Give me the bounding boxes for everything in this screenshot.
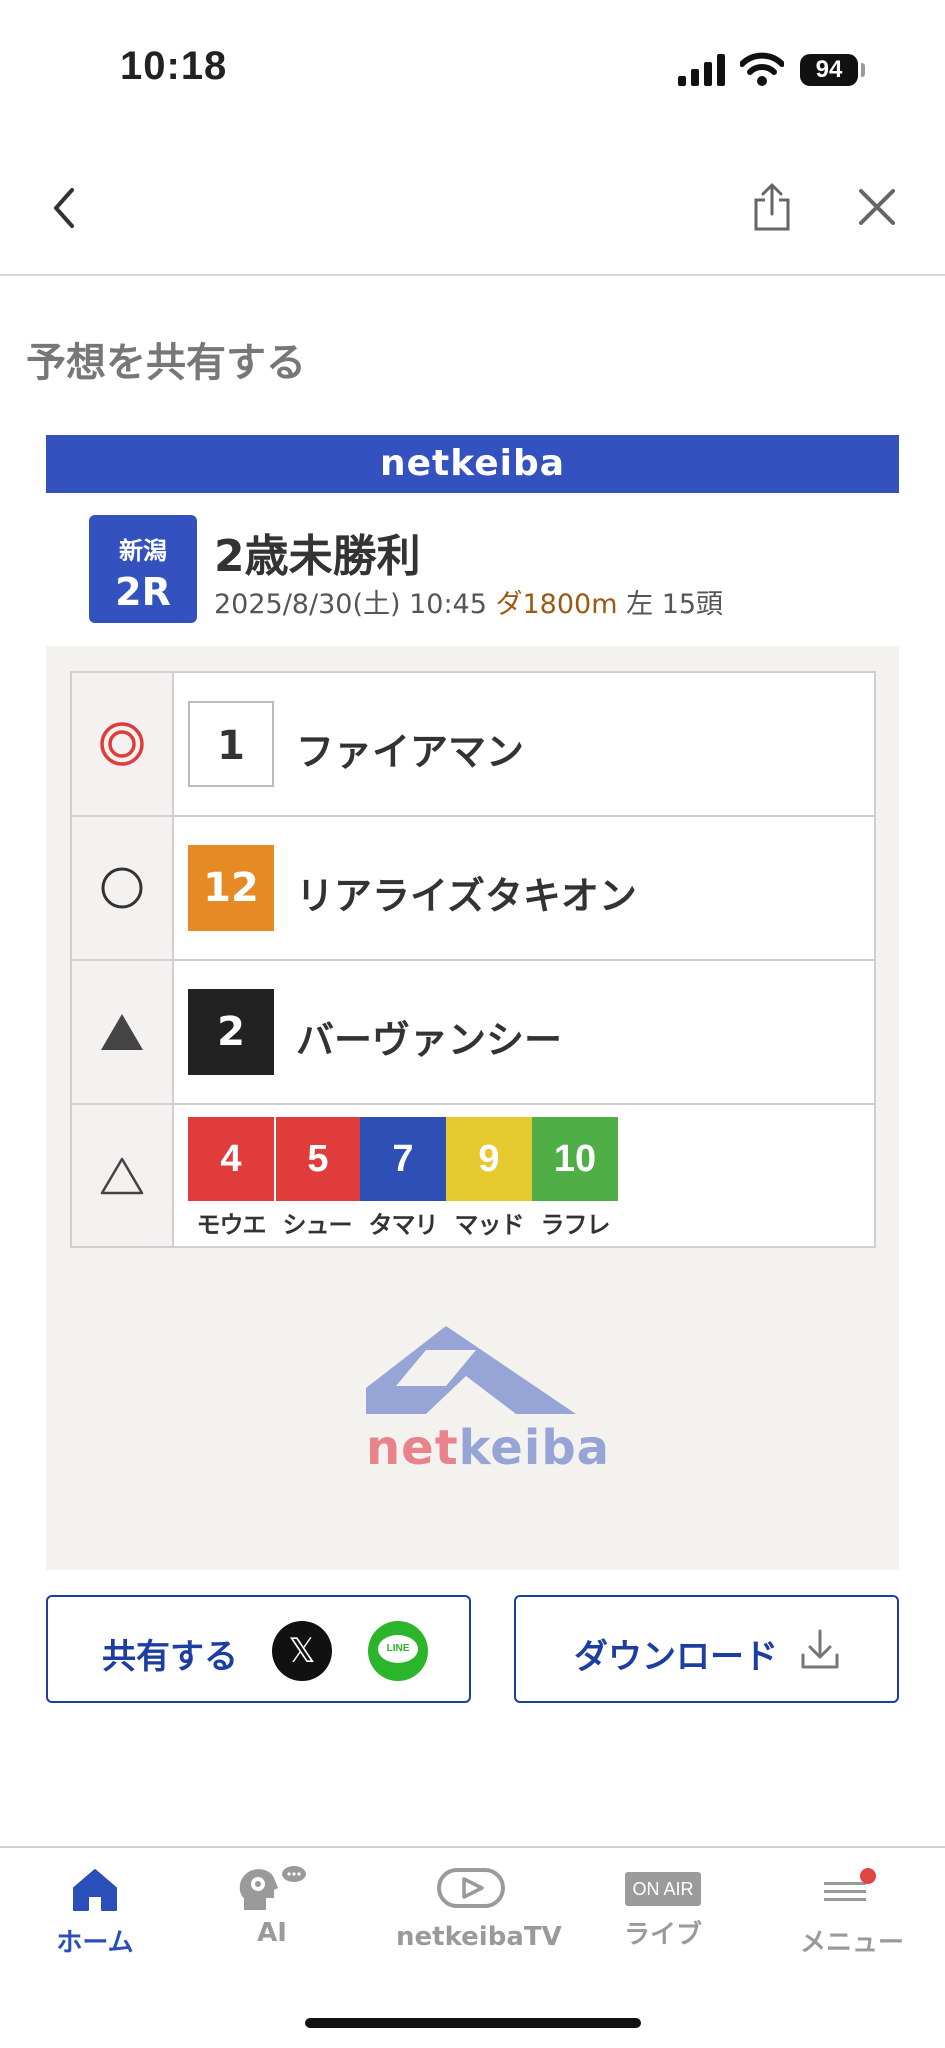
prediction-table: 1 ファイアマン 12 リアライズタキオン 2 バーヴァンシー 4 モウエ 5 … (70, 671, 876, 1248)
line-share-icon[interactable]: LINE (368, 1621, 428, 1681)
line-label: LINE (378, 1635, 418, 1663)
race-info: 2025/8/30(土) 10:45 ダ1800m 左 15頭 (214, 582, 723, 621)
share-icon[interactable] (752, 182, 792, 232)
wordmark-keiba: keiba (458, 1420, 611, 1476)
share-button[interactable]: 共有する 𝕏 LINE (46, 1595, 471, 1703)
double-circle-mark-icon (100, 722, 144, 766)
horse-number-box: 1 (188, 701, 274, 787)
share-label: 共有する (102, 1637, 238, 1677)
tab-ai[interactable]: AI (232, 1860, 312, 1948)
netkeiba-wordmark: netkeiba (366, 1420, 610, 1476)
home-icon (73, 1869, 117, 1911)
mark-cell (72, 1105, 174, 1246)
download-button[interactable]: ダウンロード (514, 1595, 899, 1703)
wifi-icon (740, 52, 784, 86)
status-time: 10:18 (120, 44, 228, 88)
tab-label: netkeibaTV (396, 1922, 562, 1952)
delta-pick: 4 モウエ (188, 1117, 274, 1240)
close-icon[interactable] (858, 188, 896, 226)
back-chevron-icon[interactable] (50, 186, 78, 230)
delta-name: シュー (282, 1211, 353, 1239)
delta-name: タマリ (368, 1211, 439, 1239)
race-title: 2歳未勝利 (214, 531, 421, 582)
horse-name: ファイアマン (296, 730, 525, 774)
menu-icon (824, 1868, 876, 1901)
delta-pick: 9 マッド (446, 1117, 532, 1240)
prediction-row-tanana: 2 バーヴァンシー (72, 961, 874, 1105)
x-share-icon[interactable]: 𝕏 (272, 1621, 332, 1681)
prediction-row-delta: 4 モウエ 5 シュー 7 タマリ 9 マッド 10 ラフレ (72, 1105, 874, 1246)
download-label: ダウンロード (574, 1637, 778, 1677)
race-venue: 新潟 (119, 537, 167, 565)
delta-pick: 7 タマリ (360, 1117, 446, 1240)
prediction-row-honmei: 1 ファイアマン (72, 673, 874, 817)
tab-label: ライブ (623, 1920, 702, 1950)
delta-name: モウエ (196, 1211, 267, 1239)
horse-number-box: 2 (188, 989, 274, 1075)
filled-triangle-mark-icon (101, 1014, 143, 1050)
battery-nub (861, 63, 865, 77)
circle-mark-icon (101, 867, 143, 909)
tab-live[interactable]: ON AIR ライブ (618, 1860, 708, 1951)
delta-name: ラフレ (540, 1211, 611, 1239)
tab-label: AI (257, 1918, 287, 1948)
play-icon (437, 1868, 505, 1908)
tab-bar-divider (0, 1846, 945, 1848)
on-air-icon: ON AIR (625, 1872, 701, 1906)
tab-label: ホーム (56, 1928, 134, 1958)
battery-icon: 94 (800, 54, 858, 86)
mark-cell (72, 961, 174, 1103)
race-runners: 15頭 (661, 589, 724, 620)
horse-name: バーヴァンシー (296, 1018, 563, 1062)
signal-icon (678, 54, 725, 86)
mark-cell (72, 673, 174, 815)
card-header-logo: netkeiba (46, 435, 899, 493)
delta-number: 10 (532, 1117, 618, 1201)
netkeiba-logo-mark-icon (366, 1326, 576, 1414)
delta-name: マッド (454, 1211, 525, 1239)
download-icon (801, 1629, 839, 1669)
home-indicator (305, 2018, 641, 2028)
race-course: ダ1800m (495, 589, 618, 620)
delta-pick: 10 ラフレ (532, 1117, 618, 1240)
nav-divider (0, 274, 945, 276)
race-direction: 左 (626, 589, 654, 620)
delta-picks: 4 モウエ 5 シュー 7 タマリ 9 マッド 10 ラフレ (188, 1117, 618, 1240)
delta-number: 5 (274, 1117, 360, 1201)
delta-number: 4 (188, 1117, 274, 1201)
horse-name: リアライズタキオン (296, 874, 637, 918)
race-badge: 新潟 2R (89, 515, 197, 623)
horse-number-box: 12 (188, 845, 274, 931)
mark-cell (72, 817, 174, 959)
tab-home[interactable]: ホーム (50, 1860, 140, 1959)
delta-pick: 5 シュー (274, 1117, 360, 1240)
triangle-mark-icon (100, 1157, 144, 1194)
tab-netkeiba-tv[interactable]: netkeibaTV (396, 1860, 562, 1952)
tab-label: メニュー (800, 1928, 905, 1958)
race-number: 2R (115, 570, 171, 614)
tab-menu[interactable]: メニュー (800, 1860, 905, 1959)
wordmark-net: net (366, 1420, 459, 1476)
delta-number: 9 (446, 1117, 532, 1201)
page-title: 予想を共有する (26, 340, 306, 386)
delta-number: 7 (360, 1117, 446, 1201)
prediction-row-taikou: 12 リアライズタキオン (72, 817, 874, 961)
ai-icon (239, 1866, 306, 1910)
race-datetime: 2025/8/30(土) 10:45 (214, 589, 487, 620)
